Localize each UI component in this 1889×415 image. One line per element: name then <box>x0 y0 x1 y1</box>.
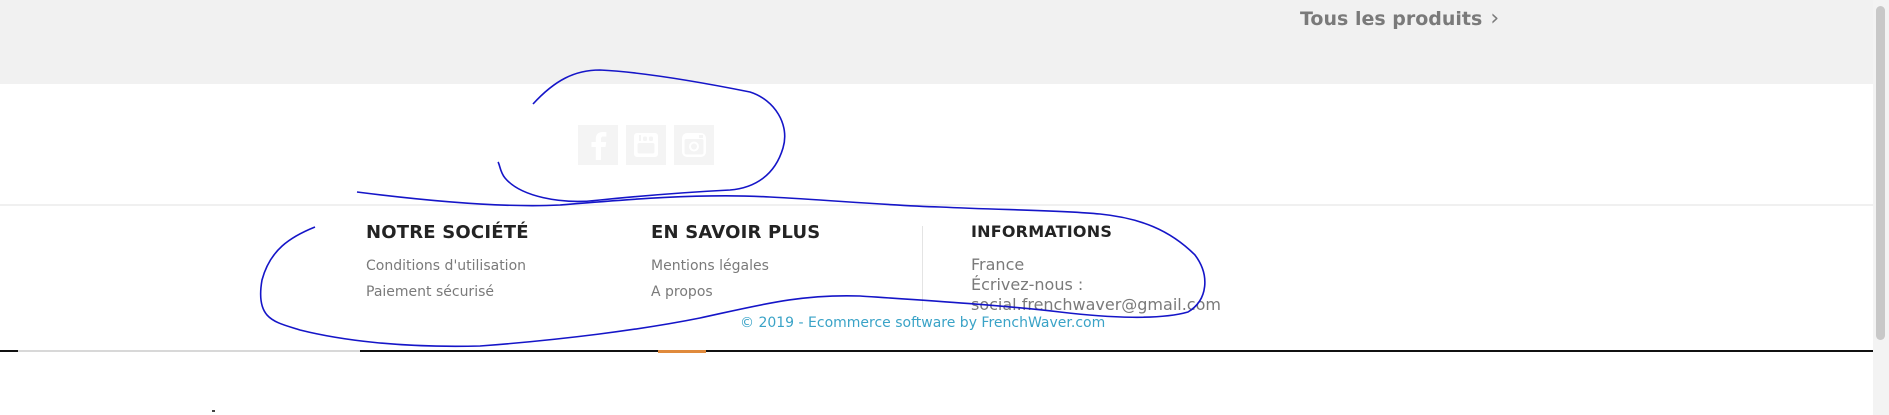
column-separator <box>922 226 923 310</box>
bottom-border-light-segment <box>18 350 360 352</box>
footer-divider <box>0 204 1873 206</box>
information-heading: INFORMATIONS <box>971 222 1113 241</box>
terms-link[interactable]: Conditions d'utilisation <box>366 253 529 279</box>
country-text: France <box>971 255 1025 274</box>
copyright-link[interactable]: © 2019 - Ecommerce software by FrenchWav… <box>740 315 1105 331</box>
social-links <box>578 125 714 165</box>
legal-notice-link[interactable]: Mentions légales <box>651 253 820 279</box>
footer-column-information: INFORMATIONS France Écrivez-nous : socia… <box>971 222 1221 315</box>
about-link[interactable]: A propos <box>651 279 820 305</box>
secure-payment-link[interactable]: Paiement sécurisé <box>366 279 529 305</box>
learn-more-heading: EN SAVOIR PLUS <box>651 222 821 243</box>
bottom-accent-mark <box>658 350 706 353</box>
write-us-label: Écrivez-nous : <box>971 275 1084 294</box>
instagram-icon[interactable] <box>674 125 714 165</box>
all-products-label: Tous les produits <box>1300 8 1483 30</box>
facebook-icon[interactable] <box>578 125 618 165</box>
footer-column-learn-more: EN SAVOIR PLUS Mentions légales A propos <box>651 222 820 305</box>
stray-mark <box>212 410 215 412</box>
youtube-icon[interactable] <box>626 125 666 165</box>
footer-column-company: NOTRE SOCIÉTÉ Conditions d'utilisation P… <box>366 222 529 305</box>
company-heading: NOTRE SOCIÉTÉ <box>366 222 529 243</box>
email-link[interactable]: social.frenchwaver@gmail.com <box>971 295 1221 315</box>
top-band <box>0 0 1873 84</box>
chevron-right-icon: › <box>1490 6 1500 31</box>
all-products-link[interactable]: Tous les produits › <box>1300 6 1500 31</box>
scrollbar-thumb[interactable] <box>1876 6 1885 340</box>
